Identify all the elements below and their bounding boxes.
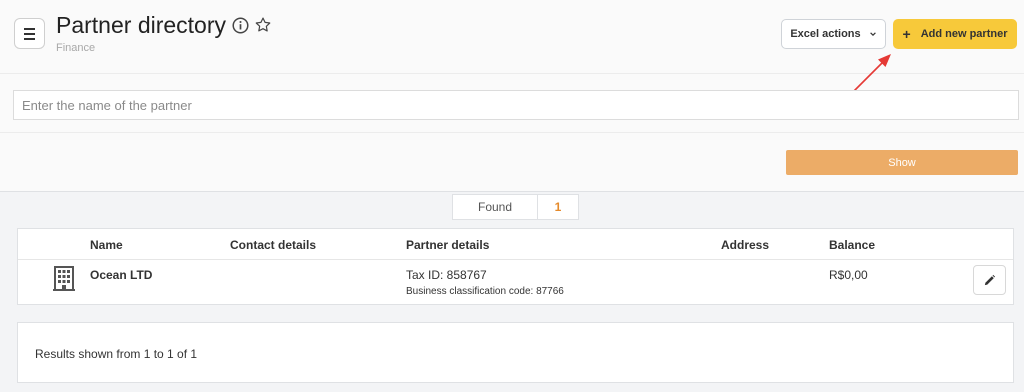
- top-panel: Partner directory Finance Excel actions …: [0, 0, 1024, 192]
- page-title: Partner directory: [56, 12, 227, 38]
- menu-icon-bar: [24, 32, 35, 35]
- found-count: 1: [554, 200, 562, 214]
- column-header-partner-details: Partner details: [406, 238, 490, 252]
- menu-icon-bar: [24, 27, 35, 30]
- partner-name[interactable]: Ocean LTD: [90, 268, 152, 282]
- menu-icon-bar: [24, 37, 35, 40]
- plus-icon: +: [902, 26, 911, 42]
- add-partner-label: Add new partner: [920, 28, 1008, 40]
- partner-classification-code: Business classification code: 87766: [406, 286, 564, 297]
- divider: [0, 191, 1024, 192]
- divider: [0, 132, 1024, 133]
- partner-name-search-input[interactable]: [13, 90, 1019, 120]
- column-header-name: Name: [90, 238, 123, 252]
- partner-table: Name Contact details Partner details Add…: [17, 228, 1014, 305]
- column-header-balance: Balance: [829, 238, 876, 252]
- partner-tax-id: Tax ID: 858767: [406, 268, 487, 282]
- add-partner-button[interactable]: + Add new partner: [893, 19, 1017, 49]
- results-text: Results shown from 1 to 1 of 1: [35, 347, 198, 361]
- edit-partner-button[interactable]: [973, 265, 1006, 295]
- info-icon[interactable]: [232, 17, 249, 34]
- star-icon[interactable]: [254, 16, 272, 34]
- column-header-address: Address: [721, 238, 770, 252]
- partner-balance: R$0,00: [829, 268, 868, 282]
- found-counter: Found 1: [452, 194, 579, 220]
- table-header: Name Contact details Partner details Add…: [18, 229, 1013, 260]
- show-button[interactable]: Show: [786, 150, 1018, 175]
- column-header-contact: Contact details: [230, 238, 317, 252]
- results-summary: Results shown from 1 to 1 of 1: [17, 322, 1014, 383]
- excel-actions-label: Excel actions: [790, 28, 861, 40]
- building-icon: [53, 266, 75, 291]
- page-header: Partner directory Finance Excel actions …: [0, 0, 1024, 93]
- chevron-down-icon: [869, 32, 876, 37]
- found-label: Found: [453, 195, 538, 219]
- page-subtitle: Finance: [56, 42, 96, 54]
- excel-actions-button[interactable]: Excel actions: [781, 19, 886, 49]
- menu-button[interactable]: [14, 18, 45, 49]
- pencil-icon: [984, 274, 996, 285]
